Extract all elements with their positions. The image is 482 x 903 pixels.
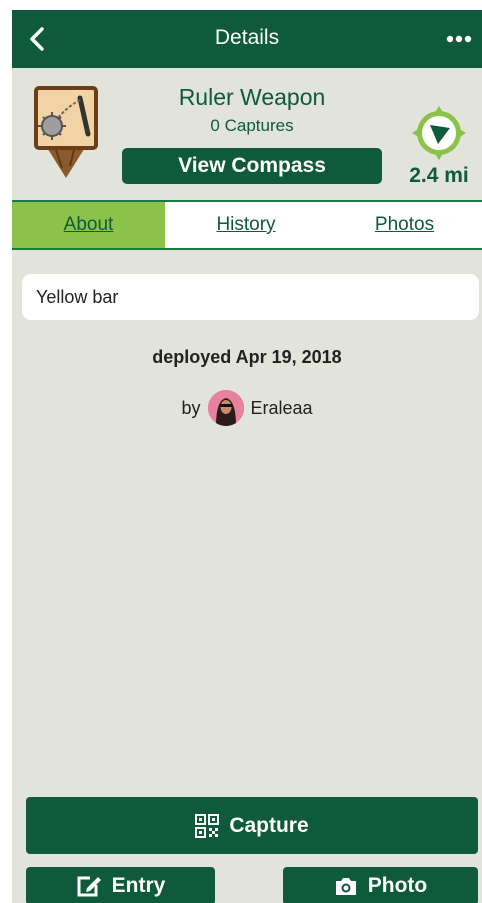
capture-button[interactable]: Capture bbox=[26, 797, 478, 854]
deployed-date: deployed Apr 19, 2018 bbox=[152, 347, 342, 367]
top-bar: Details bbox=[12, 10, 482, 68]
distance-label: 2.4 mi bbox=[409, 164, 469, 187]
entry-button[interactable]: Entry bbox=[26, 867, 215, 903]
description-box: Yellow bar bbox=[22, 274, 479, 320]
capture-label: Capture bbox=[229, 813, 309, 837]
author-name[interactable]: Eraleaa bbox=[250, 398, 312, 419]
capture-count: 0 Captures bbox=[210, 116, 294, 135]
more-button[interactable] bbox=[442, 26, 476, 52]
item-header: Ruler Weapon 0 Captures View Compass 2.4… bbox=[12, 68, 482, 200]
by-label: by bbox=[181, 397, 201, 418]
page-title: Details bbox=[214, 26, 280, 49]
photo-label: Photo bbox=[367, 874, 428, 897]
avatar[interactable] bbox=[208, 390, 245, 426]
camera-icon bbox=[335, 878, 356, 895]
compass-arrow-icon[interactable] bbox=[410, 104, 468, 160]
item-name: Ruler Weapon bbox=[178, 84, 326, 110]
tab-about[interactable]: About bbox=[12, 202, 165, 248]
tab-photos[interactable]: Photos bbox=[327, 202, 482, 248]
entry-label: Entry bbox=[111, 874, 166, 897]
avatar-image bbox=[208, 390, 245, 426]
more-dots-icon bbox=[446, 35, 472, 43]
tab-history[interactable]: History bbox=[165, 202, 327, 248]
author-line: by Eraleaa bbox=[12, 390, 482, 426]
app-screen: Details Ruler Weapon 0 Captures View Com… bbox=[12, 10, 482, 903]
flail-weapon-pin-icon bbox=[34, 86, 98, 178]
edit-icon bbox=[77, 876, 101, 897]
qr-code-icon bbox=[195, 813, 220, 838]
photo-button[interactable]: Photo bbox=[283, 867, 478, 903]
tab-bar: About History Photos bbox=[12, 200, 482, 250]
view-compass-button[interactable]: View Compass bbox=[122, 148, 382, 184]
